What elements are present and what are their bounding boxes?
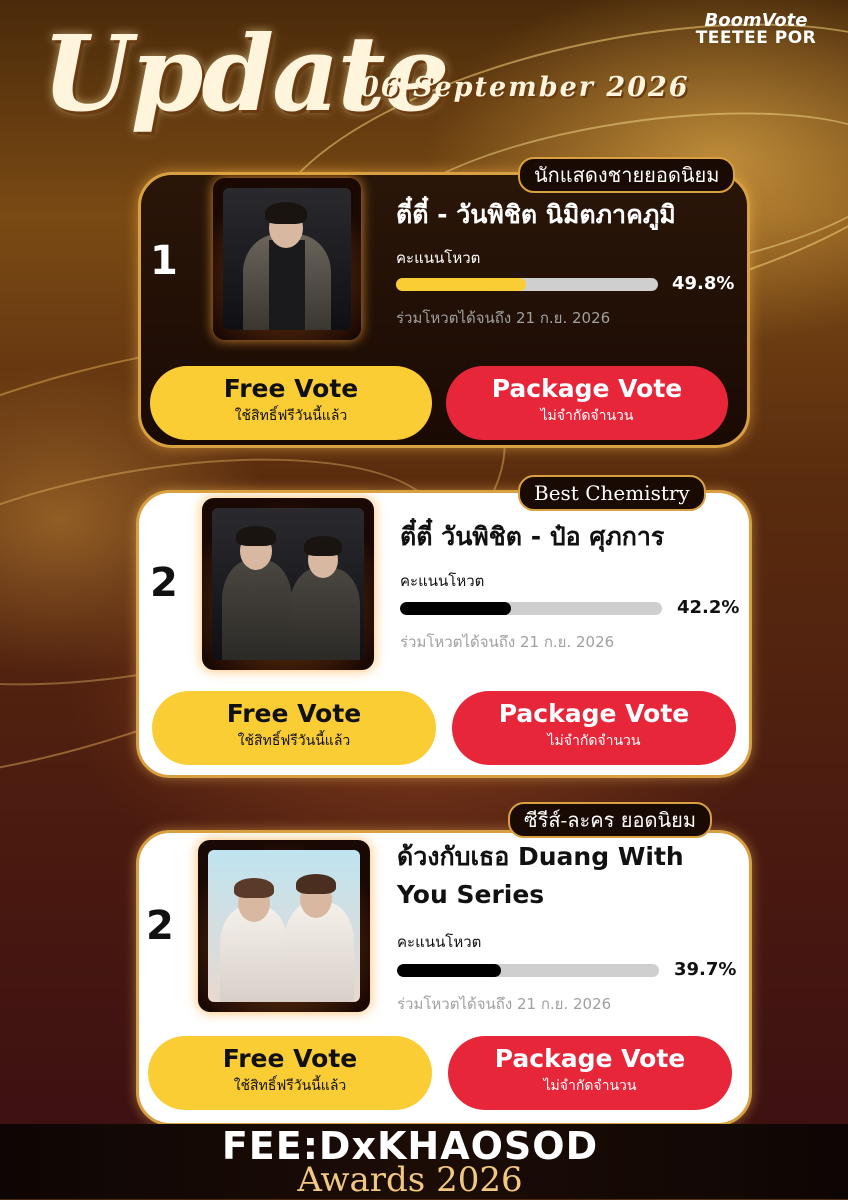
- vote-progress-fill: [396, 278, 527, 291]
- category-tag: Best Chemistry: [518, 475, 706, 511]
- free-vote-label: Free Vote: [226, 699, 362, 728]
- free-vote-sub: ใช้สิทธิ์ฟรีวันนี้แล้ว: [234, 408, 348, 424]
- package-vote-button[interactable]: Package Vote ไม่จำกัดจำนวน: [446, 366, 728, 440]
- update-date: 06 September 2026: [360, 72, 690, 103]
- nominee-name: ตี๋ตี๋ - วันพิชิต นิมิตภาคภูมิ: [396, 200, 676, 229]
- series-poster: [198, 840, 370, 1012]
- awards-year: Awards 2026: [297, 1160, 523, 1200]
- package-vote-button[interactable]: Package Vote ไม่จำกัดจำนวน: [452, 691, 736, 765]
- nominee-photo: [202, 498, 374, 670]
- vote-deadline: ร่วมโหวตได้จนถึง 21 ก.ย. 2026: [400, 633, 615, 651]
- package-vote-sub: ไม่จำกัดจำนวน: [540, 408, 634, 424]
- free-vote-sub: ใช้สิทธิ์ฟรีวันนี้แล้ว: [237, 733, 351, 749]
- rank-number: 2: [150, 560, 178, 606]
- logo-line2: TEETEE POR: [695, 28, 817, 48]
- free-vote-button[interactable]: Free Vote ใช้สิทธิ์ฟรีวันนี้แล้ว: [150, 366, 432, 440]
- free-vote-label: Free Vote: [222, 1044, 358, 1073]
- rank-number: 1: [150, 238, 178, 284]
- vote-progress-fill: [400, 602, 511, 615]
- free-vote-button[interactable]: Free Vote ใช้สิทธิ์ฟรีวันนี้แล้ว: [152, 691, 436, 765]
- package-vote-label: Package Vote: [498, 699, 690, 728]
- vote-percentage: 49.8%: [672, 273, 735, 294]
- vote-progress-bar: [400, 602, 662, 615]
- vote-percentage: 39.7%: [674, 959, 737, 980]
- vote-deadline: ร่วมโหวตได้จนถึง 21 ก.ย. 2026: [396, 309, 611, 327]
- category-tag: ซีรีส์-ละคร ยอดนิยม: [508, 802, 713, 838]
- awards-footer: FEE:DxKHAOSOD Awards 2026: [0, 1124, 848, 1199]
- free-vote-sub: ใช้สิทธิ์ฟรีวันนี้แล้ว: [233, 1078, 347, 1094]
- vote-progress-bar: [396, 278, 658, 291]
- package-vote-sub: ไม่จำกัดจำนวน: [543, 1078, 637, 1094]
- category-tag: นักแสดงชายยอดนิยม: [518, 157, 736, 193]
- free-vote-label: Free Vote: [223, 374, 359, 403]
- package-vote-label: Package Vote: [494, 1044, 686, 1073]
- vote-progress-fill: [397, 964, 501, 977]
- vote-score-label: คะแนนโหวต: [400, 572, 485, 590]
- rank-number: 2: [146, 903, 174, 949]
- package-vote-button[interactable]: Package Vote ไม่จำกัดจำนวน: [448, 1036, 732, 1110]
- boomvote-logo: BoomVote TEETEE POR: [686, 12, 826, 47]
- vote-percentage: 42.2%: [677, 597, 740, 618]
- vote-progress-bar: [397, 964, 659, 977]
- free-vote-button[interactable]: Free Vote ใช้สิทธิ์ฟรีวันนี้แล้ว: [148, 1036, 432, 1110]
- vote-deadline: ร่วมโหวตได้จนถึง 21 ก.ย. 2026: [397, 995, 612, 1013]
- vote-score-label: คะแนนโหวต: [397, 933, 482, 951]
- vote-score-label: คะแนนโหวต: [396, 249, 481, 267]
- series-name: ด้วงกับเธอ Duang With You Series: [397, 842, 684, 909]
- nominee-photo: [213, 178, 361, 340]
- package-vote-label: Package Vote: [491, 374, 683, 403]
- package-vote-sub: ไม่จำกัดจำนวน: [547, 733, 641, 749]
- nominee-name: ตี๋ตี๋ วันพิชิต - ป๋อ ศุภการ: [400, 522, 665, 551]
